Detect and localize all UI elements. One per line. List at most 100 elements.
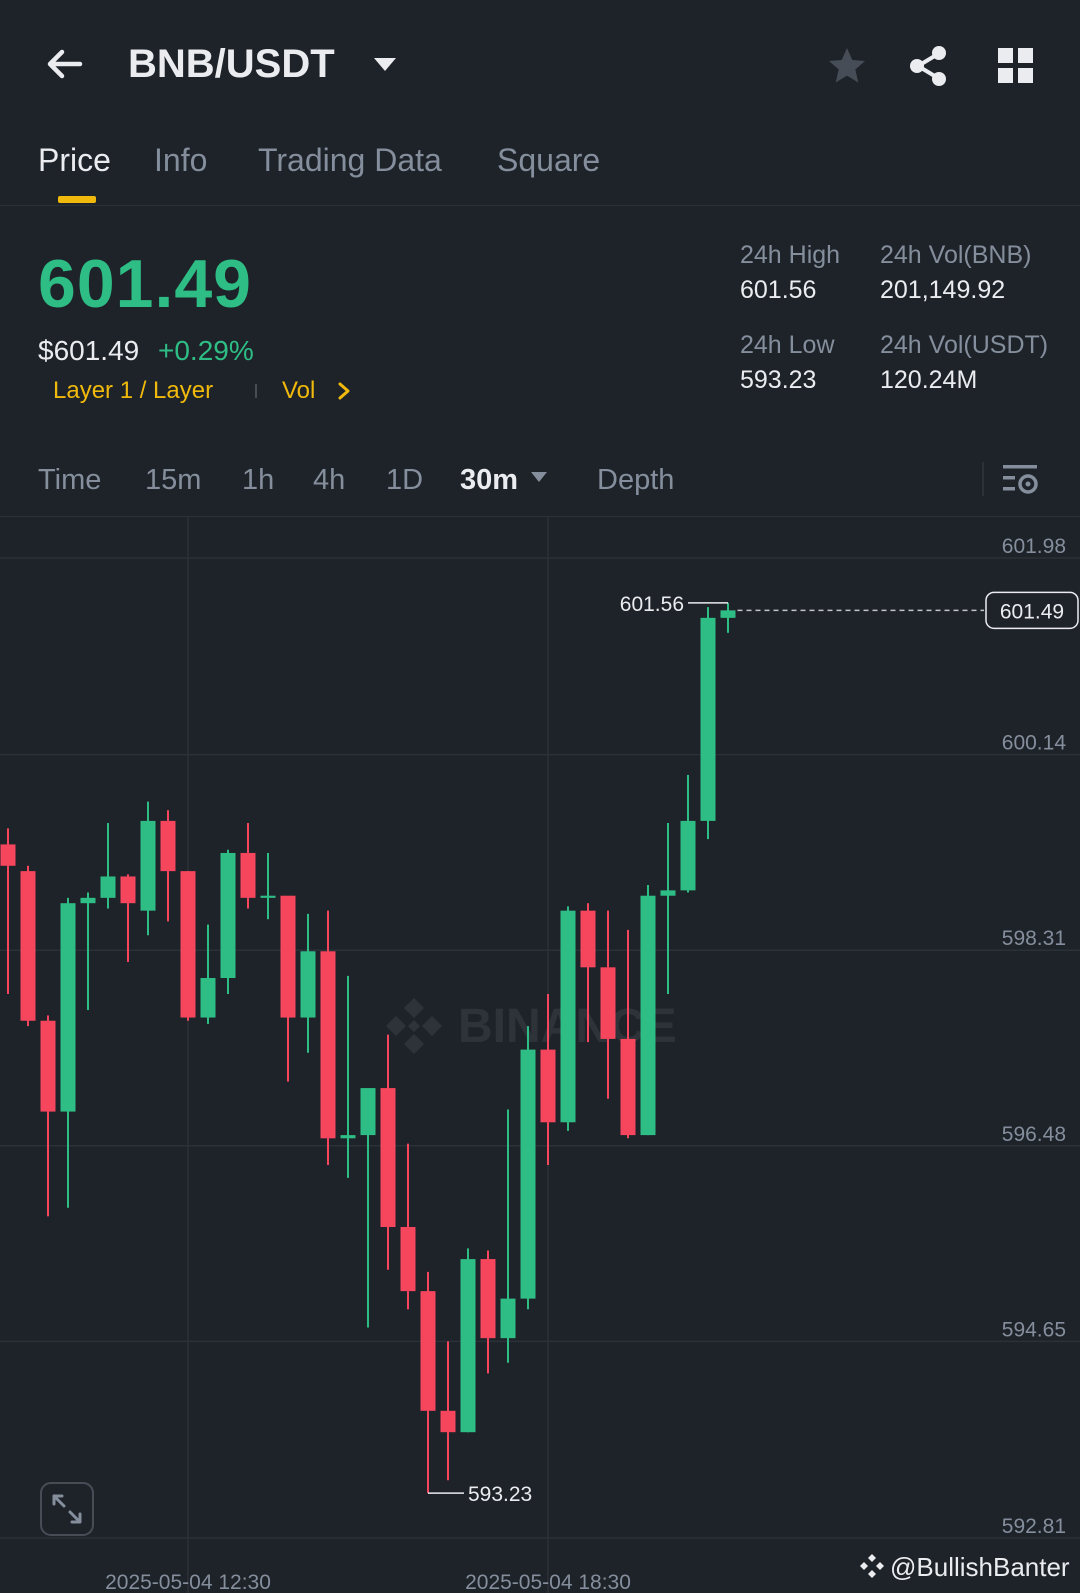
candle xyxy=(520,1026,536,1310)
candle-body xyxy=(520,1049,536,1299)
candle-body xyxy=(180,871,196,1018)
category-link[interactable]: Layer 1 / Layer xyxy=(53,376,213,406)
interval-4h[interactable]: 4h xyxy=(313,462,345,498)
candle-body xyxy=(240,852,256,898)
candle-body xyxy=(500,1298,516,1339)
candle-body xyxy=(300,951,316,1018)
tabs-divider xyxy=(0,205,1080,206)
high-marker-label: 601.56 xyxy=(620,593,684,616)
tab-price[interactable]: Price xyxy=(38,140,111,180)
y-tick-label: 600.14 xyxy=(1002,732,1067,755)
candle-body xyxy=(160,820,176,872)
candle-body xyxy=(120,876,136,904)
category-separator xyxy=(255,384,257,398)
interval-1h[interactable]: 1h xyxy=(242,462,274,498)
pair-title[interactable]: BNB/USDT xyxy=(128,40,335,88)
y-tick-label: 598.31 xyxy=(1002,927,1066,950)
interval-15m[interactable]: 15m xyxy=(145,462,201,498)
star-icon[interactable] xyxy=(826,45,868,87)
candle xyxy=(280,895,296,1082)
last-price: 601.49 xyxy=(38,246,252,322)
grid-icon[interactable] xyxy=(996,46,1036,86)
candle-body xyxy=(680,820,696,891)
candle xyxy=(680,774,696,893)
caret-down-icon[interactable] xyxy=(372,55,398,73)
candle xyxy=(420,1271,436,1494)
interval-caret-down-icon[interactable] xyxy=(530,471,548,483)
candle xyxy=(220,849,236,995)
chevron-right-icon[interactable] xyxy=(337,381,351,401)
candle-body xyxy=(360,1088,376,1136)
candle-body xyxy=(340,1135,356,1139)
candle-body xyxy=(420,1291,436,1411)
tab-info[interactable]: Info xyxy=(154,140,207,180)
chart-settings-icon[interactable] xyxy=(1002,462,1038,496)
candle-body xyxy=(140,820,156,911)
candle-body xyxy=(280,895,296,1018)
back-arrow-icon[interactable] xyxy=(40,40,88,88)
vol-base-value: 201,149.92 xyxy=(880,276,1006,304)
y-tick-label: 601.98 xyxy=(1002,535,1066,558)
interval-depth[interactable]: Depth xyxy=(597,462,674,498)
candle xyxy=(400,1143,416,1310)
candle-body xyxy=(440,1410,456,1433)
candle-body xyxy=(580,910,596,968)
interval-time[interactable]: Time xyxy=(38,462,101,498)
vol-quote-value: 120.24M xyxy=(880,366,978,394)
candle xyxy=(700,607,716,840)
share-icon[interactable] xyxy=(906,44,950,88)
candle-body xyxy=(460,1259,476,1433)
candle xyxy=(40,1015,56,1217)
interval-30m[interactable]: 30m xyxy=(460,462,518,498)
usd-price: $601.49 xyxy=(38,335,140,366)
candle-body xyxy=(380,1088,396,1228)
candle-body xyxy=(0,844,16,866)
candle xyxy=(100,823,116,909)
candle xyxy=(200,924,216,1024)
candle-body xyxy=(400,1227,416,1292)
candle-body xyxy=(40,1020,56,1112)
candle xyxy=(660,823,676,995)
candle-body xyxy=(20,871,36,1021)
interval-separator xyxy=(982,462,984,496)
candle xyxy=(380,1034,396,1270)
candle xyxy=(80,892,96,1011)
candle xyxy=(360,1088,376,1328)
candle xyxy=(340,975,356,1178)
candle-body xyxy=(720,610,736,618)
interval-1d[interactable]: 1D xyxy=(386,462,423,498)
binance-square-logo-icon xyxy=(860,1554,884,1578)
candle-body xyxy=(600,967,616,1039)
candlestick-chart[interactable]: BINANCE 601.56593.23601.49 601.98600.145… xyxy=(0,517,1080,1593)
candle xyxy=(560,906,576,1131)
tab-trading-data[interactable]: Trading Data xyxy=(258,140,442,180)
x-tick-label: 2025-05-04 18:30 xyxy=(465,1571,631,1593)
candle xyxy=(460,1248,476,1433)
x-tick-label: 2025-05-04 12:30 xyxy=(105,1571,271,1593)
candle xyxy=(120,874,136,962)
candle xyxy=(600,910,616,1099)
candle xyxy=(480,1250,496,1374)
candle xyxy=(640,885,656,1136)
low-value: 593.23 xyxy=(740,366,817,394)
vol-quote-label: 24h Vol(USDT) xyxy=(880,331,1049,359)
fullscreen-expand-icon[interactable] xyxy=(40,1482,94,1536)
candle-body xyxy=(80,897,96,904)
candle-body xyxy=(260,895,276,898)
tab-square[interactable]: Square xyxy=(497,140,600,180)
candle xyxy=(140,801,156,936)
candle-body xyxy=(480,1259,496,1339)
candle-body xyxy=(320,951,336,1139)
y-tick-label: 594.65 xyxy=(1002,1318,1066,1341)
candle xyxy=(160,810,176,922)
candle-body xyxy=(540,1049,556,1123)
candle xyxy=(320,910,336,1166)
candle xyxy=(240,823,256,909)
y-tick-label: 596.48 xyxy=(1002,1123,1066,1146)
candle-body xyxy=(100,876,116,898)
binance-logo-icon xyxy=(386,998,442,1054)
high-value: 601.56 xyxy=(740,276,817,304)
candle xyxy=(720,602,736,633)
candle xyxy=(20,865,36,1027)
vol-link[interactable]: Vol xyxy=(282,376,315,406)
